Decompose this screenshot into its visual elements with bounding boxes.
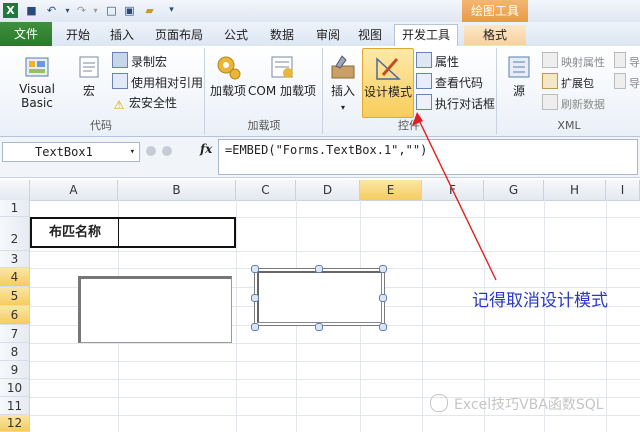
annotation-arrow <box>412 112 497 281</box>
annotation-text: 记得取消设计模式 <box>472 291 608 311</box>
watermark: Excel技巧VBA函数SQL <box>430 394 604 414</box>
wechat-icon <box>430 394 448 412</box>
watermark-text: Excel技巧VBA函数SQL <box>454 397 604 413</box>
